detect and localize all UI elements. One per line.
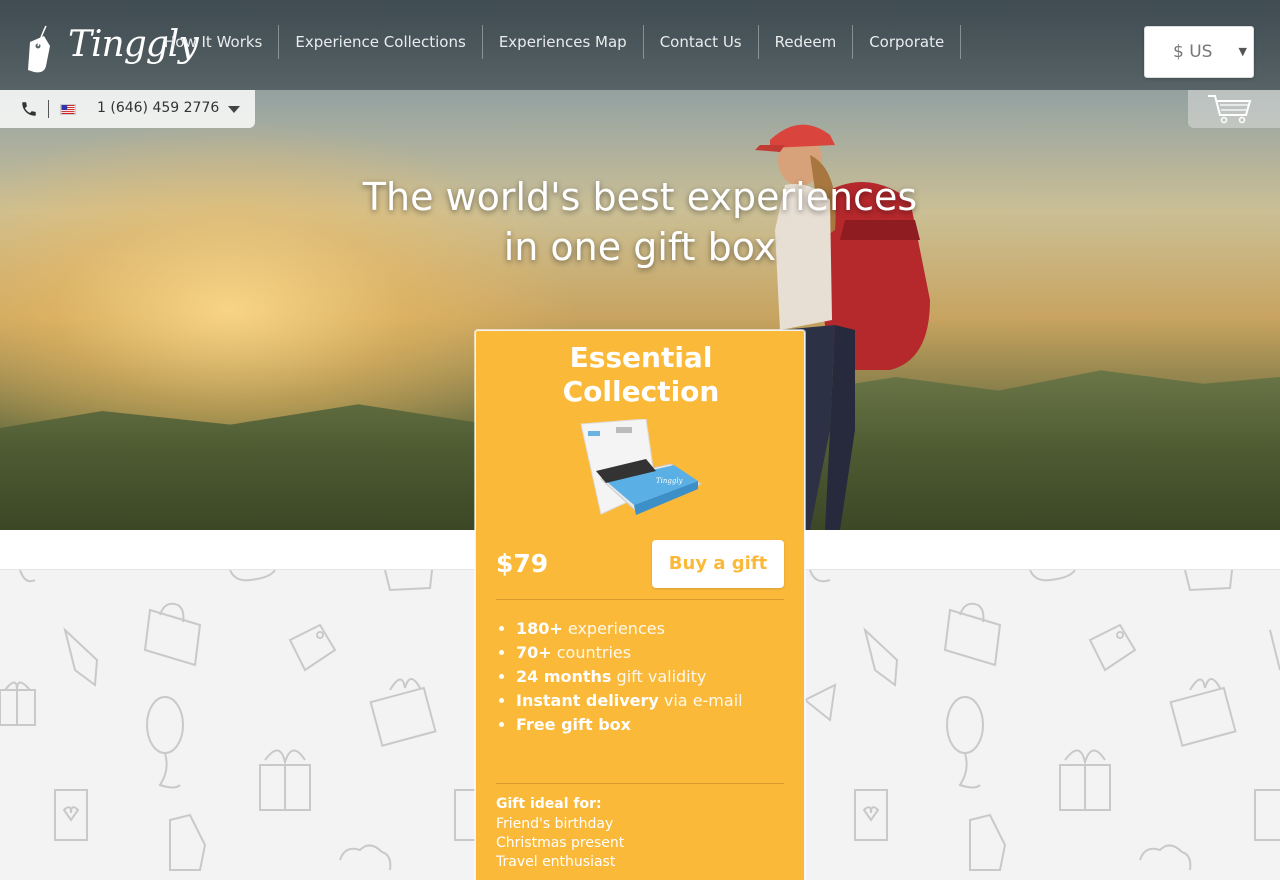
hero-headline: The world's best experiences in one gift… [300,172,980,272]
gift-ideal-item: Travel enthusiast [496,854,616,870]
dropdown-arrow-icon: ▼ [1238,45,1247,58]
feature-bold: Free gift box [516,715,631,734]
balloon-icon [146,696,184,789]
essential-collection-card: Essential Collection Tinggly $79 Buy a g… [475,330,805,880]
tag-icon [1088,623,1137,672]
gift-icon [0,681,36,726]
feature-bold: 180+ [516,619,563,638]
feature-text: gift validity [611,667,707,686]
phone-bar[interactable]: 1 (646) 459 2776 [0,90,255,128]
balloon-icon [946,696,984,789]
phone-icon [22,102,36,116]
nav-contact-us[interactable]: Contact Us [644,25,759,59]
feature-bold: 70+ [516,643,552,662]
card-title-line2: Collection [562,375,720,408]
phone-number[interactable]: 1 (646) 459 2776 [97,100,219,116]
tinggly-logo[interactable]: Tinggly [24,16,199,78]
cloud-icon [1139,844,1192,871]
feature-item: 70+ countries [516,641,786,665]
gift-ideal-item: Christmas present [496,835,625,851]
buy-gift-button[interactable]: Buy a gift [652,540,784,588]
phone-separator [48,100,49,118]
divider [496,783,784,784]
feature-text: experiences [562,619,665,638]
caret-down-icon[interactable] [228,106,240,113]
tag-icon [169,813,207,871]
gift-icon [1059,749,1111,811]
feature-item: Free gift box [516,713,786,737]
gift-ideal-title: Gift ideal for: [496,796,602,812]
bag-icon [943,602,1002,667]
card-icon [54,789,88,841]
nav-experience-collections[interactable]: Experience Collections [279,25,483,59]
cloud-icon [339,844,392,871]
nav-experiences-map[interactable]: Experiences Map [483,25,644,59]
cart-bar[interactable] [1188,90,1280,128]
feature-text: via e-mail [658,691,743,710]
card-title-line1: Essential [569,341,713,374]
nav-redeem[interactable]: Redeem [759,25,854,59]
tag-icon [969,813,1007,871]
hero-headline-line1: The world's best experiences [362,175,918,219]
feature-item: Instant delivery via e-mail [516,689,786,713]
bag-icon [143,602,202,667]
feature-item: 24 months gift validity [516,665,786,689]
card-icon [1254,789,1280,841]
tag-icon [288,623,337,672]
currency-value: $ US [1173,42,1213,62]
us-flag-icon [60,104,76,115]
tag-icon [863,626,899,687]
price: $79 [496,549,549,578]
card-title: Essential Collection [476,341,806,409]
feature-bold: 24 months [516,667,612,686]
nav-corporate[interactable]: Corporate [853,25,962,59]
feature-item: 180+ experiences [516,617,786,641]
cart-icon[interactable] [1206,93,1252,125]
gift-icon [369,678,437,747]
svg-text:Tinggly: Tinggly [656,477,684,485]
main-menu: How It Works Experience Collections Expe… [148,25,962,59]
hero-headline-line2: in one gift box [503,225,777,269]
gift-icon [1169,678,1237,747]
feature-bold: Instant delivery [516,691,659,710]
gift-ideal-item: Friend's birthday [496,816,614,832]
card-icon [854,789,888,841]
gift-ideal-list: Friend's birthday Christmas present Trav… [496,815,624,872]
tag-icon [63,626,99,687]
currency-select[interactable]: $ US ▼ [1144,26,1254,78]
gift-box-image: Tinggly [580,419,703,515]
feature-list: 180+ experiences 70+ countries 24 months… [516,617,786,737]
feature-text: countries [551,643,632,662]
top-navigation: Tinggly How It Works Experience Collecti… [0,0,1280,90]
divider [496,599,784,600]
gift-icon [259,749,311,811]
nav-how-it-works[interactable]: How It Works [148,25,280,59]
